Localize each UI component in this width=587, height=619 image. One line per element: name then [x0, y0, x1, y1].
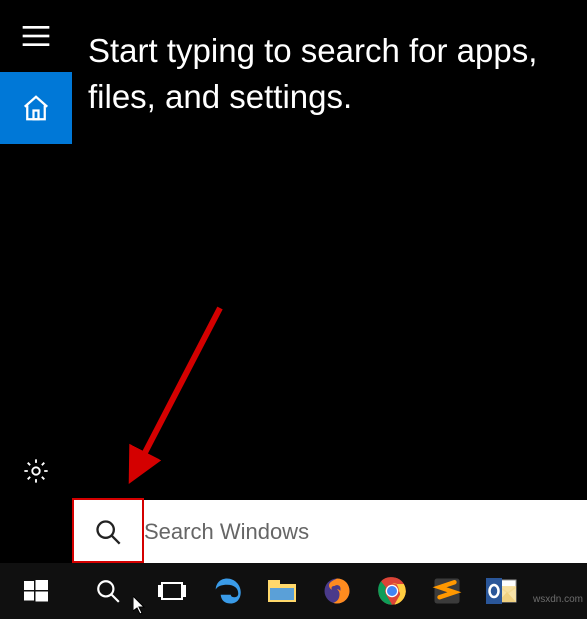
outlook-icon [486, 576, 518, 606]
taskbar-firefox-button[interactable] [309, 563, 364, 619]
watermark: wsxdn.com [533, 594, 583, 605]
search-icon-container [72, 500, 144, 563]
taskbar-outlook-button[interactable] [474, 563, 529, 619]
search-icon [94, 518, 122, 546]
cortana-sidebar [0, 0, 72, 563]
taskbar-start-button[interactable] [0, 563, 72, 619]
folder-icon [267, 578, 297, 604]
settings-button[interactable] [0, 435, 72, 507]
hamburger-button[interactable] [0, 0, 72, 72]
home-icon [21, 93, 51, 123]
home-button[interactable] [0, 72, 72, 144]
taskbar-search-button[interactable] [72, 563, 144, 619]
taskbar-sublime-button[interactable] [419, 563, 474, 619]
search-icon [95, 578, 121, 604]
taskbar-taskview-button[interactable] [144, 563, 199, 619]
search-home-panel: Start typing to search for apps, files, … [72, 0, 587, 500]
edge-icon [212, 576, 242, 606]
gear-icon [22, 457, 50, 485]
search-box[interactable] [72, 500, 587, 563]
search-input[interactable] [144, 500, 587, 563]
search-hint-text: Start typing to search for apps, files, … [88, 28, 571, 120]
taskbar [0, 563, 587, 619]
taskbar-edge-button[interactable] [199, 563, 254, 619]
hamburger-icon [22, 26, 50, 46]
chrome-icon [377, 576, 407, 606]
taskbar-chrome-button[interactable] [364, 563, 419, 619]
task-view-icon [158, 580, 186, 602]
windows-logo-icon [24, 579, 48, 603]
taskbar-explorer-button[interactable] [254, 563, 309, 619]
firefox-icon [322, 576, 352, 606]
sublime-icon [432, 576, 462, 606]
